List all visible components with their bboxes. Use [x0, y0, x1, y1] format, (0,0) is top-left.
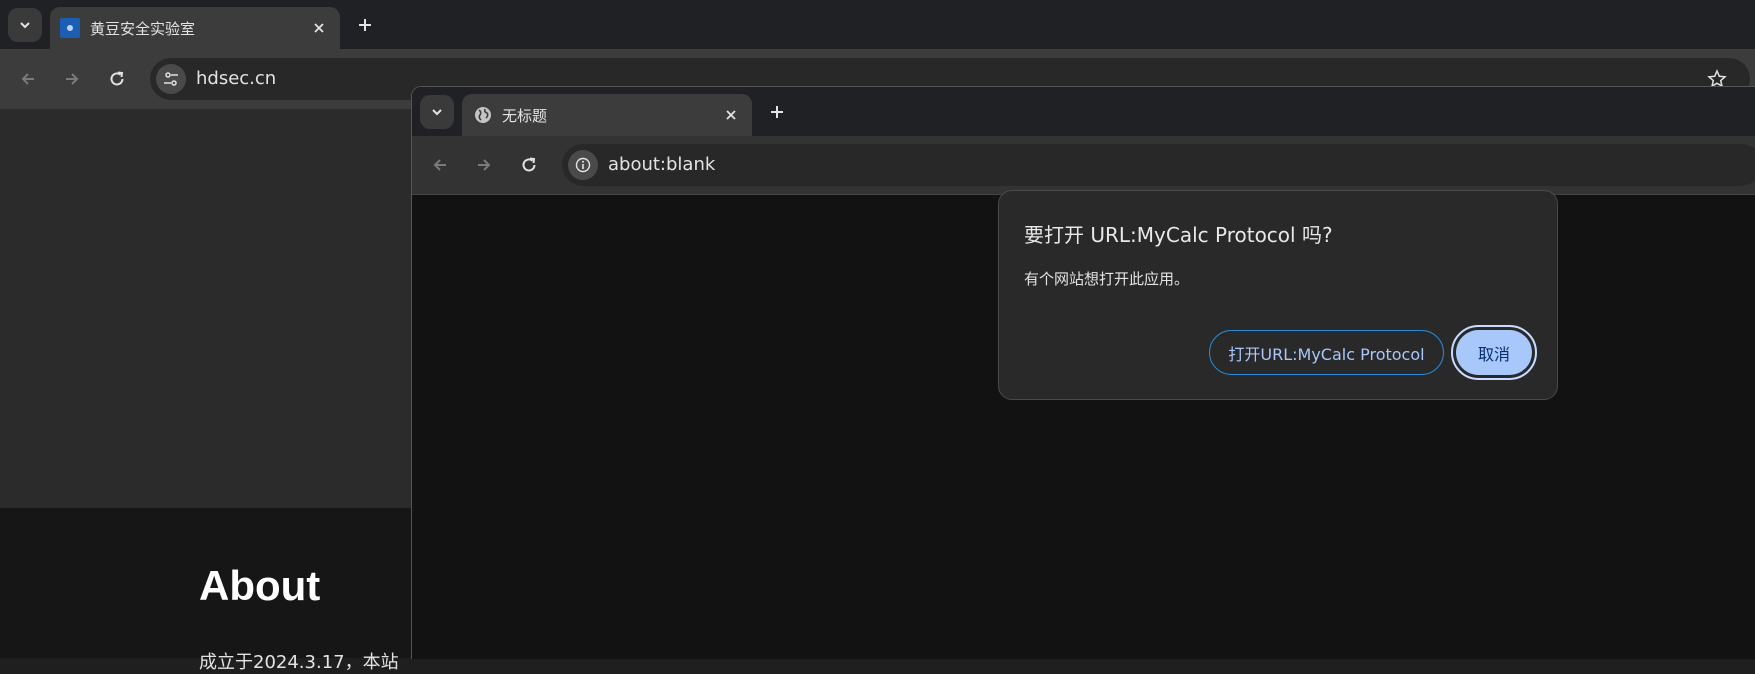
dialog-message: 有个网站想打开此应用。 [1024, 270, 1190, 288]
forward-button[interactable] [468, 149, 500, 181]
tab-search-button[interactable] [420, 95, 454, 129]
plus-icon [357, 17, 373, 33]
new-tab-button[interactable] [762, 97, 792, 127]
plus-icon [769, 104, 785, 120]
globe-icon [474, 106, 492, 124]
tab-close-icon[interactable] [308, 17, 330, 39]
back-button[interactable] [424, 149, 456, 181]
chevron-down-icon [430, 105, 444, 119]
address-url: hdsec.cn [196, 68, 277, 89]
cancel-button[interactable]: 取消 [1456, 330, 1532, 375]
site-settings-icon[interactable] [156, 64, 186, 94]
reload-icon [520, 156, 538, 174]
open-app-button[interactable]: 打开URL:MyCalc Protocol [1209, 330, 1444, 375]
forward-button[interactable] [56, 63, 88, 95]
new-tab-button[interactable] [350, 10, 380, 40]
chevron-down-icon [18, 18, 32, 32]
arrow-right-icon [63, 70, 81, 88]
external-protocol-dialog: 要打开 URL:MyCalc Protocol 吗? 有个网站想打开此应用。 打… [998, 190, 1558, 400]
front-window-active-tab[interactable]: 无标题 [462, 94, 752, 136]
back-button[interactable] [12, 63, 44, 95]
tab-close-icon[interactable] [720, 104, 742, 126]
hdsec-logo-icon [60, 18, 80, 38]
back-window-tabstrip: 黄豆安全实验室 [0, 0, 1755, 49]
arrow-left-icon [431, 156, 449, 174]
about-text: 成立于2024.3.17，本站 [199, 652, 399, 673]
front-window-toolbar: about:blank [412, 136, 1755, 195]
back-window-active-tab[interactable]: 黄豆安全实验室 [50, 7, 340, 49]
address-url: about:blank [608, 154, 716, 175]
tab-title: 黄豆安全实验室 [90, 20, 196, 38]
about-heading: About [199, 562, 321, 609]
tab-title: 无标题 [502, 107, 548, 125]
arrow-left-icon [19, 70, 37, 88]
reload-button[interactable] [513, 149, 545, 181]
reload-icon [108, 70, 126, 88]
reload-button[interactable] [101, 63, 133, 95]
arrow-right-icon [475, 156, 493, 174]
front-window-tabstrip: 无标题 [412, 87, 1755, 136]
address-bar[interactable]: about:blank [562, 144, 1755, 186]
info-icon[interactable] [568, 150, 598, 180]
tab-search-button[interactable] [8, 8, 42, 42]
dialog-title: 要打开 URL:MyCalc Protocol 吗? [1024, 223, 1333, 247]
